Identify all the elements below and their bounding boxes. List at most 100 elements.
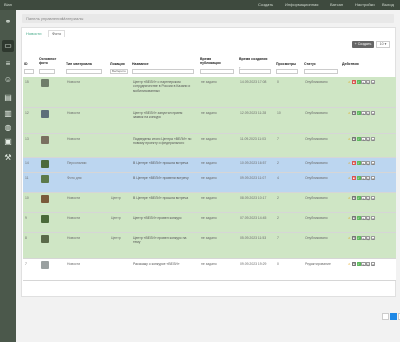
brand-name[interactable]: Bian [4, 2, 12, 7]
edit-icon[interactable]: ✎ [361, 176, 366, 181]
edit-icon[interactable]: ✎ [361, 216, 366, 221]
row-title[interactable]: Центр «ВЕЛИ» провел конкурс [133, 216, 193, 220]
row-thumbnail[interactable] [41, 195, 49, 203]
warning-icon[interactable]: ⚠ [347, 161, 351, 165]
row-title[interactable]: В Центре «ВЕЛИ» прошла встреча [133, 196, 193, 200]
col-created[interactable]: Время создания [239, 57, 269, 61]
row-title[interactable]: В Центре «ВЕЛИ» провели встречу [133, 176, 193, 180]
edit-icon[interactable]: ✎ [361, 137, 366, 142]
toggle-icon[interactable]: ■ [351, 161, 356, 166]
row-title[interactable]: Центр «ВЕЛИ» о партнерском сотрудничеств… [133, 80, 193, 93]
row-thumbnail[interactable] [41, 110, 49, 118]
warning-icon[interactable]: ⚠ [347, 216, 351, 220]
delete-icon[interactable]: ✕ [370, 216, 376, 221]
delete-icon[interactable]: ✕ [370, 161, 376, 166]
col-id[interactable]: ID [24, 62, 28, 66]
table-row[interactable]: 12 Новости Центр «ВЕЛИ» запустил прием зая… [23, 108, 396, 134]
filter-title[interactable] [132, 69, 194, 74]
table-row[interactable]: 7 Новости Расскажу о конкурсе «ВЕЛИ» не зад… [23, 259, 396, 281]
delete-icon[interactable]: ✕ [370, 236, 376, 241]
list-icon[interactable]: ≡ [2, 58, 14, 70]
publish-icon[interactable]: ✓ [356, 196, 361, 201]
delete-icon[interactable]: ✕ [370, 196, 376, 201]
col-views[interactable]: Просмотры [276, 62, 296, 66]
tv-icon[interactable]: ▣ [2, 136, 14, 148]
copy-icon[interactable]: ⎘ [366, 262, 371, 267]
copy-icon[interactable]: ⎘ [366, 137, 371, 142]
monitor-icon[interactable]: ▭ [2, 40, 14, 52]
add-button[interactable]: + Создать [352, 41, 374, 48]
col-status[interactable]: Статус [304, 62, 316, 66]
table-row[interactable]: 8 Новости Центр Центр «ВЕЛИ» провел конкурс… [23, 233, 396, 259]
user-icon[interactable]: ☺ [2, 74, 14, 86]
publish-icon[interactable]: ✓ [356, 176, 361, 181]
publish-icon[interactable]: ✓ [356, 216, 361, 221]
toggle-icon[interactable]: ■ [351, 137, 356, 142]
globe-icon[interactable]: ◍ [2, 122, 14, 134]
filter-published[interactable] [200, 69, 234, 74]
filter-views[interactable] [276, 69, 298, 74]
book-icon[interactable]: ▥ [2, 108, 14, 120]
filter-status[interactable] [304, 69, 338, 74]
col-type[interactable]: Тип материала [66, 62, 92, 66]
delete-icon[interactable]: ✕ [370, 137, 376, 142]
filter-photo[interactable] [39, 69, 55, 74]
toggle-icon[interactable]: ■ [351, 80, 356, 85]
table-row[interactable]: 9 Новости Центр Центр «ВЕЛИ» провел конкурс… [23, 213, 396, 233]
row-thumbnail[interactable] [41, 175, 49, 183]
col-location[interactable]: Локация [110, 62, 125, 66]
publish-icon[interactable]: ✓ [356, 137, 361, 142]
table-row[interactable]: 14 Персоналии В Центре «ВЕЛИ» прошла встре… [23, 158, 396, 173]
copy-icon[interactable]: ⎘ [366, 216, 371, 221]
publish-icon[interactable]: ✓ [356, 111, 361, 116]
row-thumbnail[interactable] [41, 79, 49, 87]
toggle-icon[interactable]: ■ [351, 236, 356, 241]
publish-icon[interactable]: ✓ [356, 236, 361, 241]
copy-icon[interactable]: ⎘ [366, 80, 371, 85]
table-row[interactable]: 13 Новости Подведены итоги Центра «ВЕЛИ» п… [23, 134, 396, 158]
toggle-icon[interactable]: ■ [351, 216, 356, 221]
filter-location[interactable]: Выберите [110, 69, 128, 74]
copy-icon[interactable]: ⎘ [366, 236, 371, 241]
row-thumbnail[interactable] [41, 235, 49, 243]
row-title[interactable]: Подведены итоги Центра «ВЕЛИ» по новому … [133, 137, 193, 146]
table-row[interactable]: 10 Новости Центр В Центре «ВЕЛИ» прошла вст… [23, 193, 396, 213]
row-title[interactable]: Центр «ВЕЛИ» запустил прием заявок на ко… [133, 111, 193, 120]
toggle-icon[interactable]: ■ [351, 262, 356, 267]
copy-icon[interactable]: ⎘ [366, 176, 371, 181]
toggle-icon[interactable]: ■ [351, 111, 356, 116]
col-published[interactable]: Время публикации [200, 57, 226, 66]
copy-icon[interactable]: ⎘ [366, 161, 371, 166]
edit-icon[interactable]: ✎ [361, 161, 366, 166]
row-thumbnail[interactable] [41, 160, 49, 168]
edit-icon[interactable]: ✎ [361, 262, 366, 267]
filter-type[interactable] [66, 69, 102, 74]
wrench-icon[interactable]: ⚒ [2, 152, 14, 164]
publish-icon[interactable]: ✓ [356, 161, 361, 166]
file-icon[interactable]: ▤ [2, 92, 14, 104]
tab-news[interactable]: Новости [26, 31, 41, 36]
row-title[interactable]: Расскажу о конкурсе «ВЕЛИ» [133, 262, 193, 266]
table-row[interactable]: 15 Новости Центр «ВЕЛИ» о партнерском сотр… [23, 77, 396, 108]
breadcrumb-item-panel[interactable]: Панель управления [26, 16, 63, 21]
delete-icon[interactable]: ✕ [370, 176, 376, 181]
publish-icon[interactable]: ✓ [356, 262, 361, 267]
copy-icon[interactable]: ⎘ [366, 196, 371, 201]
warning-icon[interactable]: ⚠ [347, 262, 351, 266]
warning-icon[interactable]: ⚠ [347, 196, 351, 200]
edit-icon[interactable]: ✎ [361, 80, 366, 85]
warning-icon[interactable]: ⚠ [347, 137, 351, 141]
topbar-link-whatsapp[interactable]: Ватсап [330, 2, 343, 7]
warning-icon[interactable]: ⚠ [347, 236, 351, 240]
delete-icon[interactable]: ✕ [370, 111, 376, 116]
toggle-icon[interactable]: ■ [351, 176, 356, 181]
page-prev[interactable] [382, 313, 389, 320]
page-current[interactable] [390, 313, 397, 320]
col-photo[interactable]: Основное фото [39, 57, 57, 66]
edit-icon[interactable]: ✎ [361, 111, 366, 116]
delete-icon[interactable]: ✕ [370, 262, 376, 267]
delete-icon[interactable]: ✕ [370, 80, 376, 85]
page-size-select[interactable]: 10 ▾ [376, 41, 390, 48]
filter-created[interactable] [239, 69, 271, 74]
toggle-icon[interactable]: ■ [351, 196, 356, 201]
